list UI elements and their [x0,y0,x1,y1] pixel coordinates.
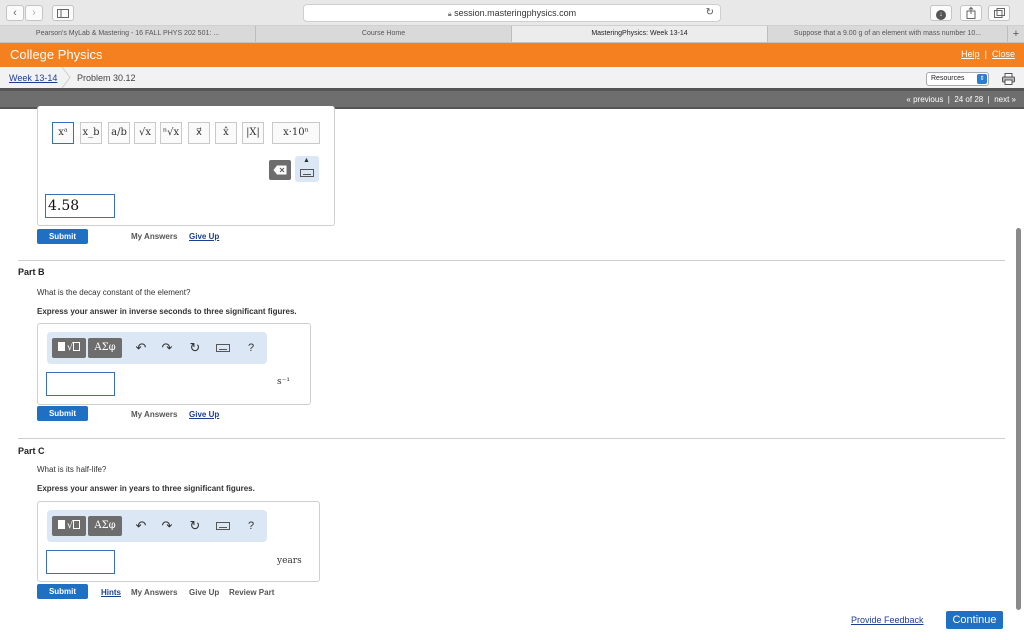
redo-icon[interactable]: ↷ [159,517,175,535]
part-c-my-answers-link[interactable]: My Answers [131,588,177,597]
undo-icon[interactable]: ↶ [133,339,149,357]
template-unit-vector-button[interactable]: x̂ [215,122,237,144]
part-b-math-toolbar: √ ΑΣφ ↶ ↷ ↻ ? [47,332,267,364]
tabs-icon [993,8,1005,18]
part-c-question: What is its half-life? [37,465,107,474]
address-text: session.masteringphysics.com [454,8,577,18]
divider [18,438,1005,439]
share-icon [966,6,976,19]
tab-suppose[interactable]: Suppose that a 9.00 g of an element with… [768,26,1008,42]
download-button[interactable]: ↓ [930,5,952,21]
part-a-answer-input[interactable]: 4.58 [45,194,115,218]
share-button[interactable] [960,5,982,21]
part-b-answer-panel: √ ΑΣφ ↶ ↷ ↻ ? s⁻¹ [37,323,311,405]
part-c-answer-panel: √ ΑΣφ ↶ ↷ ↻ ? years [37,501,320,582]
keyboard-toggle-button[interactable]: ▲ [295,156,319,182]
breadcrumb: Week 13-14 Problem 30.12 Resources ⇕ [0,67,1024,91]
part-c-submit-button[interactable]: Submit [37,584,88,599]
part-a-submit-button[interactable]: Submit [37,229,88,244]
part-c-math-toolbar: √ ΑΣφ ↶ ↷ ↻ ? [47,510,267,542]
template-nthroot-button[interactable]: ⁿ√x [160,122,182,144]
tab-masteringphysics[interactable]: MasteringPhysics: Week 13-14 [512,26,768,42]
template-sqrt-button[interactable]: √x [134,122,156,144]
part-b-my-answers-link[interactable]: My Answers [131,410,177,419]
template-vector-button[interactable]: x⃗ [188,122,210,144]
part-c-instruction: Express your answer in years to three si… [37,484,255,493]
resources-select[interactable]: Resources ⇕ [926,72,989,86]
part-c-answer-input[interactable] [46,550,115,574]
header-separator: | [984,49,987,59]
help-link[interactable]: Help [961,49,980,59]
part-b-label: Part B [18,267,45,277]
template-subscript-button[interactable]: x_b [80,122,102,144]
new-tab-button[interactable]: + [1008,26,1024,42]
keyboard-icon[interactable] [215,517,231,535]
part-b-submit-button[interactable]: Submit [37,406,88,421]
breadcrumb-week[interactable]: Week 13-14 [9,73,57,83]
greek-symbols-button[interactable]: ΑΣφ [88,516,122,536]
undo-icon[interactable]: ↶ [133,517,149,535]
template-abs-button[interactable]: |X| [242,122,264,144]
help-button[interactable]: ? [243,339,259,357]
reset-icon[interactable]: ↻ [187,517,203,535]
resources-label: Resources [931,75,965,82]
tabs-button[interactable] [988,5,1010,21]
part-a-give-up-link[interactable]: Give Up [189,232,219,241]
part-c-give-up-link[interactable]: Give Up [189,588,219,597]
tab-course-home[interactable]: Course Home [256,26,512,42]
back-button[interactable]: ‹ [6,5,24,21]
part-b-unit: s⁻¹ [277,377,290,387]
templates-icon [57,520,65,529]
lock-icon: 🔒︎ [447,11,452,18]
provide-feedback-link[interactable]: Provide Feedback [851,615,924,625]
templates-button[interactable]: √ [52,338,86,358]
part-b-question: What is the decay constant of the elemen… [37,288,191,297]
greek-symbols-button[interactable]: ΑΣφ [88,338,122,358]
tab-pearson[interactable]: Pearson's MyLab & Mastering - 16 FALL PH… [0,26,256,42]
help-button[interactable]: ? [243,517,259,535]
divider [18,260,1005,261]
part-c-hints-link[interactable]: Hints [101,588,121,597]
templates-icon [57,342,65,351]
part-c-review-part-link[interactable]: Review Part [229,588,274,597]
close-link[interactable]: Close [992,49,1015,59]
backspace-button[interactable] [269,160,291,180]
part-b-answer-input[interactable] [46,372,115,396]
reset-icon[interactable]: ↻ [187,339,203,357]
course-header: College Physics Help | Close [0,43,1024,67]
previous-link[interactable]: « previous [906,95,943,104]
breadcrumb-chevron-icon [61,67,71,88]
address-bar[interactable]: 🔒︎ session.masteringphysics.com ↻ [303,4,721,22]
tab-bar: Pearson's MyLab & Mastering - 16 FALL PH… [0,26,1024,43]
template-sci-notation-button[interactable]: x·10ⁿ [272,122,320,144]
select-arrows-icon: ⇕ [977,74,987,84]
continue-button[interactable]: Continue [946,611,1003,629]
sidebar-button[interactable] [52,5,74,21]
download-icon: ↓ [936,10,946,20]
template-superscript-button[interactable]: xᵃ [52,122,74,144]
print-icon[interactable] [1002,73,1015,85]
backspace-icon [273,165,287,175]
part-c-unit: years [277,556,302,566]
course-title: College Physics [10,47,103,62]
part-c-label: Part C [18,446,45,456]
forward-button[interactable]: › [25,5,43,21]
chevron-up-icon: ▲ [303,157,310,164]
redo-icon[interactable]: ↷ [159,339,175,357]
breadcrumb-problem: Problem 30.12 [77,73,136,83]
browser-toolbar: ‹ › 🔒︎ session.masteringphysics.com ↻ ↓ [0,0,1024,26]
part-a-my-answers-link[interactable]: My Answers [131,232,177,241]
reload-icon[interactable]: ↻ [706,5,714,21]
part-b-give-up-link[interactable]: Give Up [189,410,219,419]
keyboard-icon[interactable] [215,339,231,357]
part-b-instruction: Express your answer in inverse seconds t… [37,307,297,316]
problem-position: 24 of 28 [954,95,984,104]
sidebar-icon [57,9,69,18]
page-scrollbar[interactable] [1016,228,1021,610]
template-fraction-button[interactable]: a/b [108,122,130,144]
next-link[interactable]: next » [994,95,1016,104]
keyboard-icon [300,169,314,177]
templates-button[interactable]: √ [52,516,86,536]
